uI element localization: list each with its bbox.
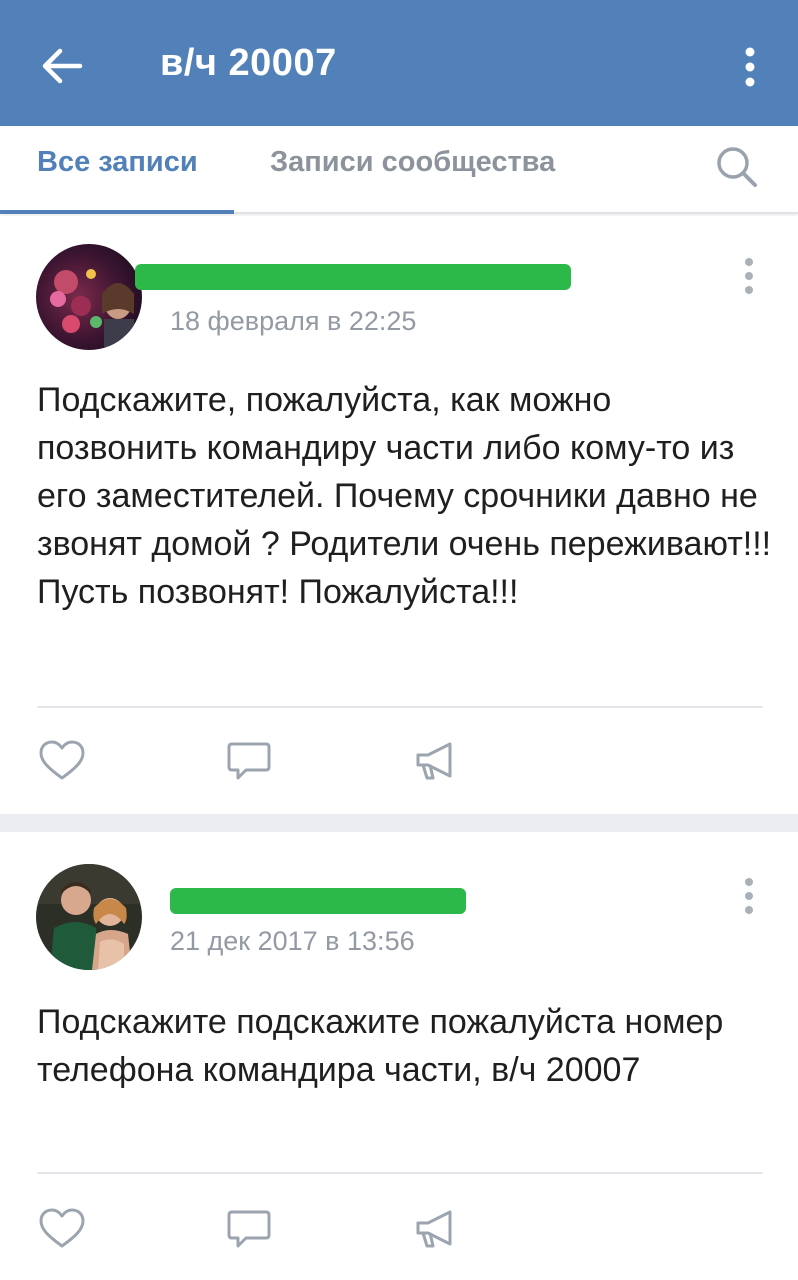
arrow-left-icon: [42, 48, 83, 84]
heart-icon: [39, 740, 85, 780]
post-separator: [0, 814, 798, 832]
comment-button[interactable]: [224, 738, 274, 784]
post-date: 21 дек 2017 в 13:56: [170, 926, 415, 956]
menu-button[interactable]: [732, 40, 768, 96]
post-card: 18 февраля в 22:25 Подскажите, пожалуйст…: [0, 216, 798, 814]
tab-community-posts[interactable]: Записи сообщества: [270, 146, 555, 179]
author-name-redacted[interactable]: [135, 264, 571, 290]
search-button[interactable]: [710, 140, 766, 196]
megaphone-icon: [416, 742, 452, 780]
page-title: в/ч 20007: [160, 42, 337, 84]
divider: [37, 1172, 763, 1174]
comment-button[interactable]: [224, 1206, 274, 1252]
tab-all-posts[interactable]: Все записи: [37, 146, 198, 179]
post-date: 18 февраля в 22:25: [170, 306, 417, 336]
post-menu-button[interactable]: [736, 874, 762, 918]
more-vertical-icon: [745, 878, 753, 914]
divider: [37, 706, 763, 708]
more-vertical-icon: [745, 47, 755, 87]
post-text: Подскажите подскажите пожалуйста номер т…: [37, 1003, 724, 1089]
author-name-redacted[interactable]: [170, 888, 466, 914]
share-button[interactable]: [410, 1206, 460, 1252]
post-text: Подскажите, пожалуйста, как можно позвон…: [37, 381, 772, 611]
more-vertical-icon: [745, 258, 753, 294]
megaphone-icon: [416, 1210, 452, 1248]
avatar[interactable]: [36, 244, 142, 350]
tab-bar: Все записи Записи сообщества: [0, 126, 798, 214]
share-button[interactable]: [410, 738, 460, 784]
post-menu-button[interactable]: [736, 254, 762, 298]
like-button[interactable]: [37, 738, 87, 784]
search-icon: [717, 147, 757, 187]
post-card: 21 дек 2017 в 13:56 Подскажите подскажит…: [0, 832, 798, 1280]
comment-icon: [227, 1210, 271, 1248]
active-tab-indicator: [0, 210, 234, 214]
avatar[interactable]: [36, 864, 142, 970]
heart-icon: [39, 1208, 85, 1248]
back-button[interactable]: [30, 38, 94, 94]
like-button[interactable]: [37, 1206, 87, 1252]
app-header: в/ч 20007: [0, 0, 798, 126]
comment-icon: [227, 742, 271, 780]
